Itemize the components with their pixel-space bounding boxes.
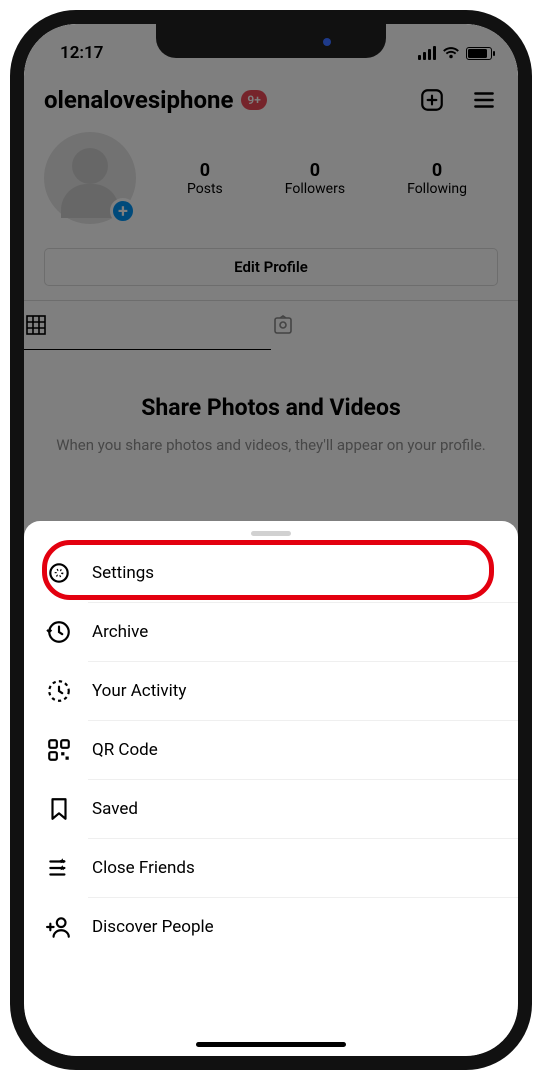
qr-icon [46, 737, 72, 763]
menu-saved-label: Saved [92, 799, 138, 819]
menu-activity-label: Your Activity [92, 681, 186, 701]
menu-close-friends-label: Close Friends [92, 858, 195, 878]
sheet-grabber[interactable] [251, 531, 291, 536]
phone-frame: 12:17 olenalovesiphone 9+ [10, 10, 532, 1070]
close-friends-icon [46, 855, 72, 881]
menu-archive-label: Archive [92, 622, 148, 642]
menu-close-friends[interactable]: Close Friends [24, 839, 518, 897]
home-indicator[interactable] [196, 1042, 346, 1047]
menu-qr[interactable]: QR Code [24, 721, 518, 779]
menu-archive[interactable]: Archive [24, 603, 518, 661]
bottom-sheet: Settings Archive Your Activity [24, 521, 518, 1056]
settings-icon [46, 560, 72, 586]
screen: 12:17 olenalovesiphone 9+ [24, 24, 518, 1056]
notch [156, 24, 386, 58]
menu-discover-label: Discover People [92, 917, 214, 937]
menu-qr-label: QR Code [92, 740, 158, 760]
discover-icon [46, 914, 72, 940]
saved-icon [46, 796, 72, 822]
menu-activity[interactable]: Your Activity [24, 662, 518, 720]
menu-settings[interactable]: Settings [24, 544, 518, 602]
archive-icon [46, 619, 72, 645]
menu-saved[interactable]: Saved [24, 780, 518, 838]
menu-discover[interactable]: Discover People [24, 898, 518, 956]
menu-settings-label: Settings [92, 563, 154, 583]
activity-icon [46, 678, 72, 704]
